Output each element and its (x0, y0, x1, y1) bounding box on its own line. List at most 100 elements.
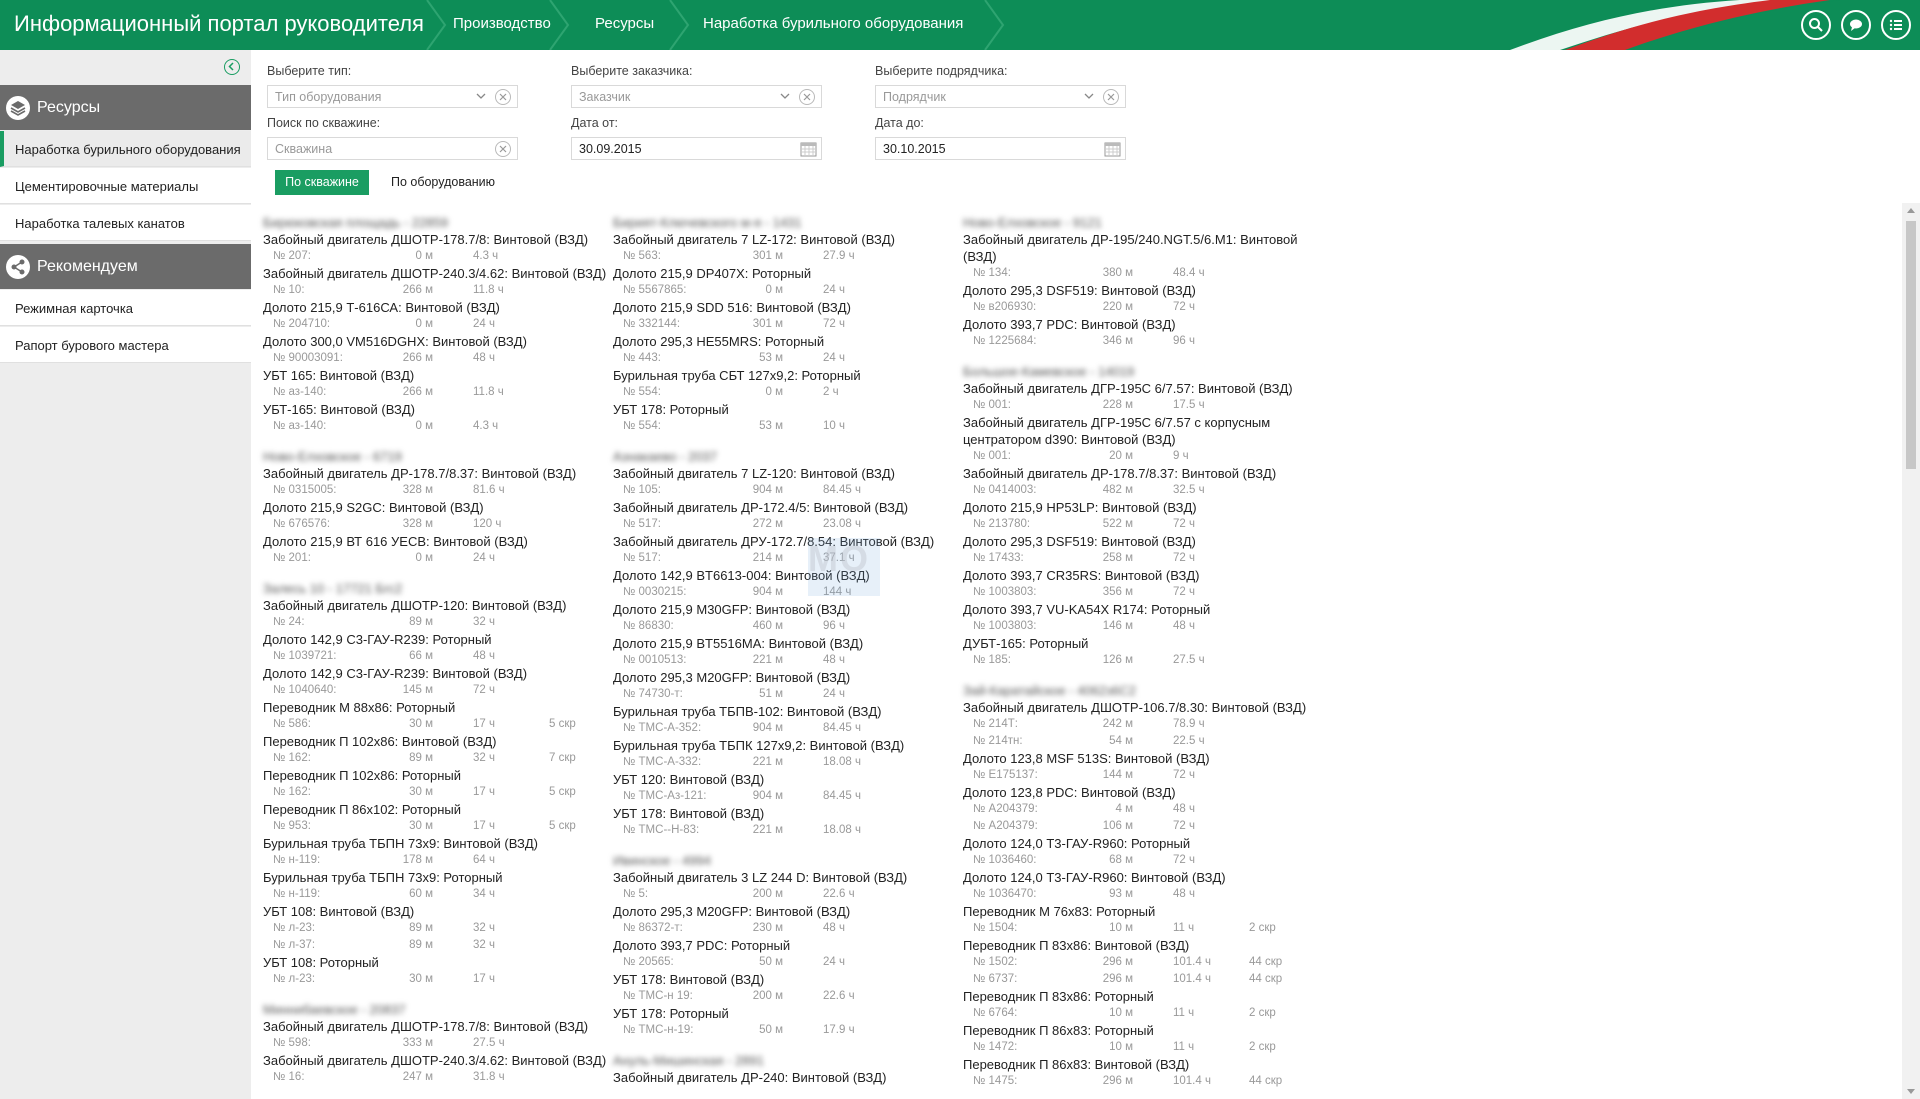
equipment-name[interactable]: Переводник П 86х102: Роторный (263, 801, 608, 818)
clear-icon[interactable] (495, 141, 511, 157)
equipment-name[interactable]: Забойный двигатель ДГР-195С 6/7.57: Винт… (963, 380, 1308, 397)
search-button[interactable] (1801, 10, 1831, 40)
equipment-name[interactable]: Долото 393,7 PDC: Винтовой (ВЗД) (963, 316, 1308, 333)
equipment-name[interactable]: Переводник М 76х83: Роторный (963, 903, 1308, 920)
equipment-name[interactable]: Долото 215,9 ВТ 616 УЕСВ: Винтовой (ВЗД) (263, 533, 608, 550)
equipment-name[interactable]: Забойный двигатель ДР-178.7/8.37: Винтов… (263, 465, 608, 482)
equipment-name[interactable]: Бурильная труба ТБПН 73х9: Винтовой (ВЗД… (263, 835, 608, 852)
equipment-name[interactable]: Долото 393,7 PDC: Роторный (613, 937, 958, 954)
equipment-name[interactable]: Долото 215,9 BT5516MA: Винтовой (ВЗД) (613, 635, 958, 652)
equipment-name[interactable]: ДУБТ-165: Роторный (963, 635, 1308, 652)
equipment-name[interactable]: Забойный двигатель 7 LZ-120: Винтовой (В… (613, 465, 958, 482)
equipment-name[interactable]: Долото 295,3 DSF519: Винтовой (ВЗД) (963, 533, 1308, 550)
equipment-name[interactable]: Долото 295,3 DSF519: Винтовой (ВЗД) (963, 282, 1308, 299)
date-to-input[interactable]: 30.10.2015 (875, 137, 1126, 160)
type-select[interactable]: Тип оборудования (267, 85, 518, 108)
equipment-name[interactable]: Забойный двигатель ДШОТР-120: Винтовой (… (263, 597, 608, 614)
equipment-name[interactable]: Переводник П 86х83: Роторный (963, 1022, 1308, 1039)
equipment-name[interactable]: Забойный двигатель ДШОТР-178.7/8: Винтов… (263, 231, 608, 248)
equipment-name[interactable]: Долото 124,0 Т3-ГАУ-R960: Винтовой (ВЗД) (963, 869, 1308, 886)
equipment-name[interactable]: Долото 124,0 Т3-ГАУ-R960: Роторный (963, 835, 1308, 852)
equipment-name[interactable]: Забойный двигатель ДР-240: Винтовой (ВЗД… (613, 1069, 958, 1086)
view-by-equipment-button[interactable]: По оборудованию (383, 170, 503, 195)
breadcrumb-drilling-equipment[interactable]: Наработка бурильного оборудования (703, 15, 963, 32)
sidebar-item-mode-card[interactable]: Режимная карточка (0, 290, 251, 326)
equipment-name[interactable]: УБТ 178: Винтовой (ВЗД) (613, 805, 958, 822)
equipment-name[interactable]: Долото 123,8 PDC: Винтовой (ВЗД) (963, 784, 1308, 801)
clear-icon[interactable] (799, 89, 815, 105)
equipment-name[interactable]: УБТ 108: Винтовой (ВЗД) (263, 903, 608, 920)
equipment-name[interactable]: Бурильная труба СБТ 127х9,2: Роторный (613, 367, 958, 384)
equipment-name[interactable]: Долото 215,9 S2GC: Винтовой (ВЗД) (263, 499, 608, 516)
equipment-name[interactable]: Бурильная труба ТБПН 73х9: Роторный (263, 869, 608, 886)
app-title[interactable]: Информационный портал руководителя (14, 11, 424, 37)
breadcrumb-production[interactable]: Производство (453, 15, 551, 32)
sidebar-item-drilling-master-report[interactable]: Рапорт бурового мастера (0, 327, 251, 363)
equipment-name[interactable]: Долото 215,9 Т-616СА: Винтовой (ВЗД) (263, 299, 608, 316)
equipment-name[interactable]: Переводник П 83х86: Винтовой (ВЗД) (963, 937, 1308, 954)
equipment-name[interactable]: Забойный двигатель ДГР-195С 6/7.57 с кор… (963, 414, 1308, 448)
scroll-up-icon[interactable] (1907, 208, 1915, 213)
equipment-name[interactable]: Долото 142,9 С3-ГАУ-R239: Винтовой (ВЗД) (263, 665, 608, 682)
equipment-name[interactable]: Забойный двигатель ДШОТР-240.3/4.62: Вин… (263, 265, 608, 282)
sidebar-section-resources[interactable]: Ресурсы (0, 85, 251, 130)
calendar-icon[interactable] (1104, 141, 1121, 157)
well-name[interactable]: Большое-Камевское - 14019 (963, 364, 1308, 380)
collapse-sidebar-button[interactable] (224, 59, 240, 75)
equipment-name[interactable]: Бурильная труба ТБПВ-102: Винтовой (ВЗД) (613, 703, 958, 720)
well-name[interactable]: Миннибаевское - 20837 (263, 1002, 608, 1018)
equipment-name[interactable]: Долото 393,7 CR35RS: Винтовой (ВЗД) (963, 567, 1308, 584)
equipment-name[interactable]: Долото 215,9 HP53LP: Винтовой (ВЗД) (963, 499, 1308, 516)
equipment-name[interactable]: Долото 215,9 M30GFP: Винтовой (ВЗД) (613, 601, 958, 618)
sidebar-item-hoisting-ropes[interactable]: Наработка талевых канатов (0, 205, 251, 241)
equipment-name[interactable]: УБТ 178: Роторный (613, 1005, 958, 1022)
well-name[interactable]: Залесь 10 - 17721 Бгс2 (263, 581, 608, 597)
equipment-name[interactable]: Переводник М 88х86: Роторный (263, 699, 608, 716)
equipment-name[interactable]: УБТ 178: Винтовой (ВЗД) (613, 971, 958, 988)
equipment-name[interactable]: Долото 142,9 С3-ГАУ-R239: Роторный (263, 631, 608, 648)
sidebar-section-recommended[interactable]: Рекомендуем (0, 244, 251, 289)
equipment-name[interactable]: Забойный двигатель ДР-172.4/5: Винтовой … (613, 499, 958, 516)
scroll-thumb[interactable] (1906, 221, 1916, 469)
equipment-name[interactable]: Переводник П 86х83: Винтовой (ВЗД) (963, 1056, 1308, 1073)
equipment-name[interactable]: Долото 215,9 DP407X: Роторный (613, 265, 958, 282)
equipment-name[interactable]: УБТ 108: Роторный (263, 954, 608, 971)
equipment-name[interactable]: Переводник П 102х86: Винтовой (ВЗД) (263, 733, 608, 750)
equipment-name[interactable]: УБТ 178: Роторный (613, 401, 958, 418)
customer-select[interactable]: Заказчик (571, 85, 822, 108)
well-name[interactable]: Ануль-Мишинская - 2891 (613, 1053, 958, 1069)
contractor-select[interactable]: Подрядчик (875, 85, 1126, 108)
equipment-name[interactable]: Долото 123,8 MSF 513S: Винтовой (ВЗД) (963, 750, 1308, 767)
equipment-name[interactable]: Забойный двигатель 7 LZ-172: Винтовой (В… (613, 231, 958, 248)
equipment-name[interactable]: Забойный двигатель ДШОТР-178.7/8: Винтов… (263, 1018, 608, 1035)
equipment-name[interactable]: Забойный двигатель 3 LZ 244 D: Винтовой … (613, 869, 958, 886)
sidebar-item-drilling-equipment[interactable]: Наработка бурильного оборудования (0, 131, 251, 167)
well-name[interactable]: Азнакаево - 2037 (613, 449, 958, 465)
equipment-name[interactable]: Долото 215,9 SDD 516: Винтовой (ВЗД) (613, 299, 958, 316)
equipment-name[interactable]: УБТ-165: Винтовой (ВЗД) (263, 401, 608, 418)
well-name[interactable]: Зай-Каратайское - 4062з6С2 (963, 683, 1308, 699)
results-scrollbar[interactable] (1902, 203, 1920, 1099)
equipment-name[interactable]: Забойный двигатель ДШОТР-240.3/4.62: Вин… (263, 1052, 608, 1069)
chat-button[interactable] (1841, 10, 1871, 40)
equipment-name[interactable]: Забойный двигатель ДР-195/240.NGT.5/6.M1… (963, 231, 1308, 265)
equipment-name[interactable]: УБТ 165: Винтовой (ВЗД) (263, 367, 608, 384)
view-by-well-button[interactable]: По скважине (275, 170, 369, 195)
equipment-name[interactable]: Переводник П 83х86: Роторный (963, 988, 1308, 1005)
equipment-name[interactable]: Долото 295,3 НЕ55MRS: Роторный (613, 333, 958, 350)
well-name[interactable]: Ново-Елховское - 6719 (263, 449, 608, 465)
well-name[interactable]: Ивинское - 4994 (613, 853, 958, 869)
clear-icon[interactable] (1103, 89, 1119, 105)
menu-button[interactable] (1881, 10, 1911, 40)
equipment-name[interactable]: Долото 300,0 VM516DGHX: Винтовой (ВЗД) (263, 333, 608, 350)
well-search-input[interactable]: Скважина (267, 137, 518, 160)
sidebar-item-cement-materials[interactable]: Цементировочные материалы (0, 168, 251, 204)
equipment-name[interactable]: Забойный двигатель ДР-178.7/8.37: Винтов… (963, 465, 1308, 482)
equipment-name[interactable]: УБТ 120: Винтовой (ВЗД) (613, 771, 958, 788)
equipment-name[interactable]: Забойный двигатель ДРУ-172.7/8.54: Винто… (613, 533, 958, 550)
well-name[interactable]: Бирюковская площадь - 22859 (263, 215, 608, 231)
well-name[interactable]: Бирият-Ключевского м-я - 1431 (613, 215, 958, 231)
equipment-name[interactable]: Долото 393,7 VU-KA54X R174: Роторный (963, 601, 1308, 618)
equipment-name[interactable]: Долото 295,3 M20GFP: Винтовой (ВЗД) (613, 669, 958, 686)
equipment-name[interactable]: Долото 295,3 M20GFP: Винтовой (ВЗД) (613, 903, 958, 920)
